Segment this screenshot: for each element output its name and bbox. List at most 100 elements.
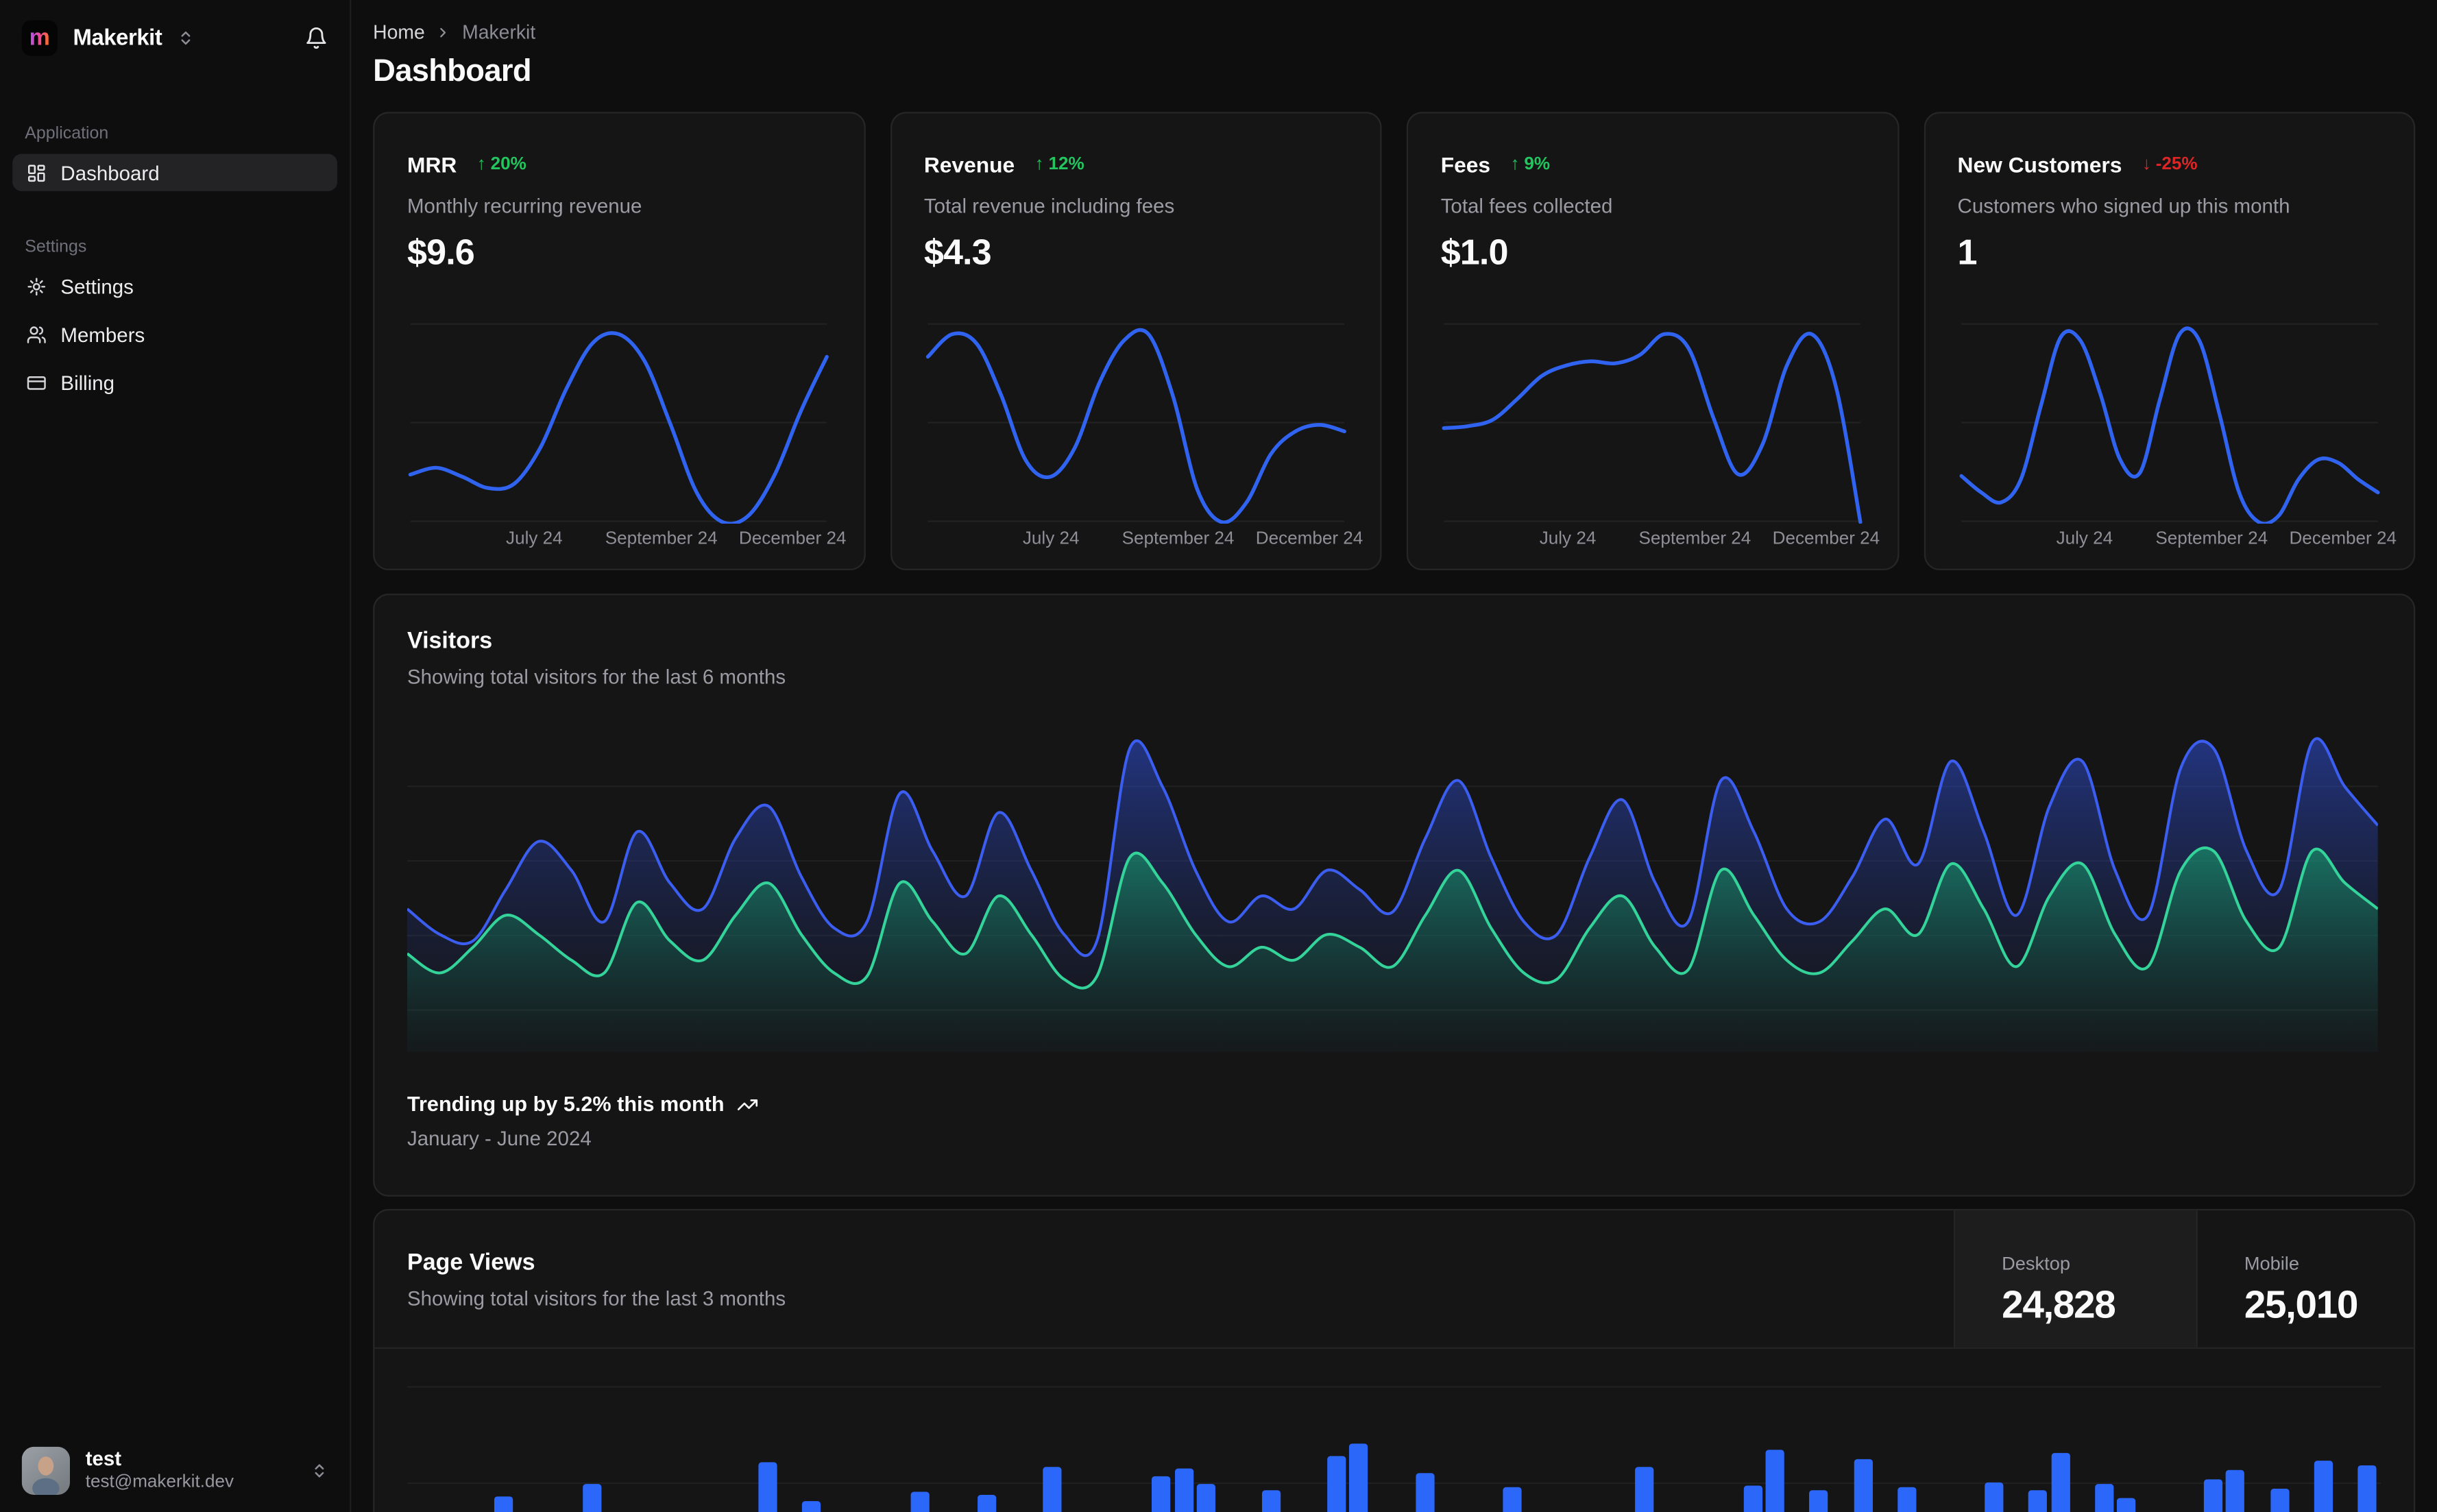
- bar: [2270, 1488, 2289, 1512]
- chevrons-up-down-icon: [311, 1462, 328, 1479]
- x-tick: July 24: [1539, 530, 1597, 549]
- stat-subtitle: Customers who signed up this month: [1957, 194, 2290, 218]
- nav-section-settings: Settings: [25, 237, 87, 257]
- sparkline-x-axis: July 24 September 24 December 24: [1958, 530, 2397, 553]
- user-avatar: [21, 1446, 71, 1496]
- trend-badge: ↑ 9%: [1511, 156, 1551, 174]
- bar: [1349, 1443, 1368, 1512]
- sidebar: m Makerkit Application Dashboard Setting…: [0, 0, 352, 1512]
- bar: [1765, 1450, 1785, 1512]
- page-title: Dashboard: [373, 54, 531, 89]
- trend-badge: ↓ -25%: [2142, 156, 2198, 174]
- page-views-title: Page Views: [407, 1249, 535, 1276]
- stat-title: Fees: [1440, 152, 1491, 178]
- sidebar-item-label: Settings: [60, 274, 134, 298]
- stat-title: MRR: [407, 152, 457, 178]
- fees-sparkline-chart: July 24 September 24 December 24: [1441, 321, 1880, 559]
- x-tick: September 24: [1121, 530, 1235, 549]
- nav-section-application: Application: [25, 124, 109, 143]
- logo-letter: m: [29, 25, 50, 51]
- stat-value: 1: [1957, 231, 1978, 272]
- breadcrumb-home-link[interactable]: Home: [373, 22, 425, 44]
- bar: [582, 1484, 601, 1512]
- sidebar-item-members[interactable]: Members: [12, 315, 337, 352]
- bar: [801, 1501, 821, 1512]
- sparkline-x-axis: July 24 September 24 December 24: [1441, 530, 1880, 553]
- bar: [2226, 1470, 2245, 1512]
- stat-title: New Customers: [1957, 152, 2122, 178]
- bar: [1196, 1484, 1215, 1512]
- trend-value: -25%: [2155, 155, 2198, 174]
- visitors-footer: Trending up by 5.2% this month January -…: [407, 1093, 2381, 1150]
- trend-arrow-icon: ↑: [1034, 155, 1044, 174]
- bell-icon[interactable]: [304, 27, 328, 50]
- main-content: Home Makerkit Dashboard MRR ↑ 20% Monthl…: [351, 0, 2437, 1512]
- users-icon: [27, 324, 47, 344]
- stat-card-mrr: MRR ↑ 20% Monthly recurring revenue $9.6…: [373, 112, 865, 571]
- bar: [757, 1462, 777, 1512]
- sidebar-item-billing[interactable]: Billing: [12, 364, 337, 401]
- page-views-card: Page Views Showing total visitors for th…: [373, 1208, 2416, 1512]
- trend-badge: ↑ 12%: [1035, 156, 1084, 174]
- stat-value: $4.3: [923, 231, 992, 272]
- visitors-area-chart: [407, 710, 2381, 1052]
- trend-arrow-icon: ↑: [1510, 155, 1520, 174]
- bar: [977, 1495, 996, 1512]
- user-info: test test@makerkit.dev: [86, 1447, 234, 1494]
- page-views-header: Page Views Showing total visitors for th…: [374, 1210, 2414, 1349]
- user-email: test@makerkit.dev: [85, 1474, 234, 1493]
- credit-card-icon: [27, 372, 47, 392]
- sidebar-item-settings[interactable]: Settings: [12, 267, 337, 304]
- bar: [1809, 1490, 1829, 1512]
- toggle-value: 25,010: [2244, 1283, 2359, 1328]
- toggle-mobile[interactable]: Mobile 25,010: [2196, 1210, 2414, 1348]
- stat-value: $9.6: [407, 231, 475, 272]
- bar: [2050, 1452, 2070, 1512]
- sidebar-item-label: Members: [60, 322, 145, 346]
- stat-subtitle: Total fees collected: [1440, 194, 1613, 218]
- bar: [1985, 1482, 2004, 1512]
- mrr-sparkline-chart: July 24 September 24 December 24: [407, 321, 846, 559]
- trending-up-icon: [737, 1093, 759, 1115]
- toggle-label: Mobile: [2244, 1252, 2300, 1275]
- revenue-sparkline-chart: July 24 September 24 December 24: [924, 321, 1363, 559]
- toggle-desktop[interactable]: Desktop 24,828: [1953, 1210, 2196, 1348]
- gear-icon: [27, 276, 47, 295]
- stat-card-revenue: Revenue ↑ 12% Total revenue including fe…: [889, 112, 1382, 571]
- sidebar-item-dashboard[interactable]: Dashboard: [12, 154, 337, 191]
- visitors-subtitle: Showing total visitors for the last 6 mo…: [407, 665, 786, 689]
- chevron-right-icon: [436, 25, 452, 40]
- breadcrumb: Home Makerkit: [373, 22, 2437, 44]
- toggle-value: 24,828: [2002, 1283, 2116, 1328]
- visitors-trend-text: Trending up by 5.2% this month: [407, 1092, 725, 1116]
- bar: [1415, 1473, 1434, 1512]
- chevrons-up-down-icon[interactable]: [178, 29, 195, 47]
- x-tick: September 24: [605, 530, 718, 549]
- x-tick: September 24: [2155, 530, 2268, 549]
- stat-subtitle: Monthly recurring revenue: [407, 194, 642, 218]
- bar: [2116, 1498, 2135, 1512]
- bar: [1634, 1467, 1653, 1512]
- toggle-label: Desktop: [2002, 1252, 2070, 1275]
- page-views-bar-chart: [407, 1349, 2381, 1512]
- bar: [2028, 1490, 2048, 1512]
- stat-card-new-customers: New Customers ↓ -25% Customers who signe…: [1923, 112, 2416, 571]
- dashboard-page: m Makerkit Application Dashboard Setting…: [0, 0, 2437, 1512]
- bar: [1043, 1467, 1062, 1512]
- x-tick: July 24: [506, 530, 563, 549]
- visitors-title: Visitors: [407, 627, 493, 655]
- x-tick: December 24: [2289, 530, 2397, 549]
- bar: [494, 1496, 514, 1512]
- trend-value: 20%: [490, 155, 526, 174]
- trend-value: 12%: [1048, 155, 1084, 174]
- user-menu[interactable]: test test@makerkit.dev: [0, 1430, 350, 1512]
- stat-subtitle: Total revenue including fees: [923, 194, 1175, 218]
- bar: [1152, 1476, 1172, 1512]
- bar: [1174, 1468, 1193, 1512]
- stat-card-fees: Fees ↑ 9% Total fees collected $1.0 July…: [1406, 112, 1899, 571]
- workspace-header: m Makerkit: [0, 0, 350, 71]
- stat-title: Revenue: [923, 152, 1015, 178]
- bar: [1744, 1485, 1763, 1512]
- bar: [2204, 1479, 2223, 1512]
- x-tick: December 24: [1772, 530, 1880, 549]
